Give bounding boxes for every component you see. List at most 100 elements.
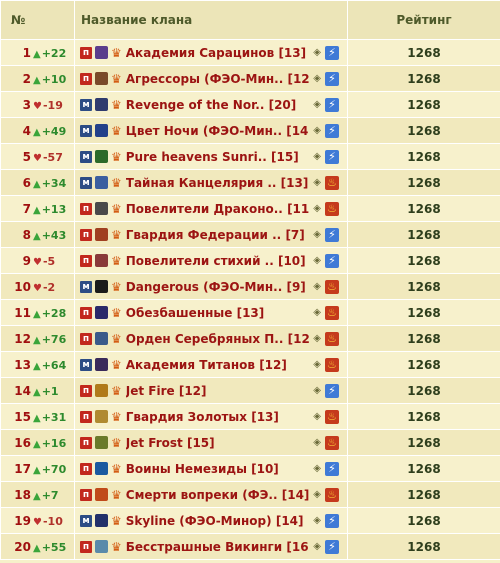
clan-name-link[interactable]: Jet Frost [15] [126,436,310,450]
info-icon[interactable]: ◈ [313,385,321,396]
info-icon[interactable]: ◈ [313,125,321,136]
clan-name-wrapper: п ♛ Jet Frost [15] ◈ ♨ [76,435,347,450]
clan-emblem-icon[interactable] [95,410,108,423]
rank-change: ♥-2 [31,281,69,294]
rank-change: ♥-10 [31,515,69,528]
clan-name-link[interactable]: Dangerous (ФЭО-Мин.. [9] [126,280,310,294]
clan-name-link[interactable]: Бесстрашные Викинги [16] [126,540,310,554]
info-icon[interactable]: ◈ [313,307,321,318]
clan-emblem-icon[interactable] [95,436,108,449]
info-icon[interactable]: ◈ [313,463,321,474]
clan-name-link[interactable]: Revenge of the Nor.. [20] [126,98,310,112]
clan-member-count: [13] [251,409,279,424]
clan-emblem-icon[interactable] [95,228,108,241]
clan-name[interactable]: Воины Немезиды [126,462,247,476]
clan-emblem-icon[interactable] [95,358,108,371]
clan-name-link[interactable]: Орден Серебряных П.. [12] [126,332,310,346]
info-icon[interactable]: ◈ [313,411,321,422]
clan-name-link[interactable]: Академия Сарацинов [13] [126,46,310,60]
alignment-badge: м [80,280,92,293]
clan-name[interactable]: Обезбашенные [126,306,233,320]
rank-cell: 15 ▲+31 [0,403,75,430]
clan-emblem-icon[interactable] [95,514,108,527]
clan-emblem-icon[interactable] [95,202,108,215]
clan-name[interactable]: Академия Титанов [126,358,255,372]
clan-emblem-icon[interactable] [95,488,108,501]
clan-rating-table: № Название клана Рейтинг 1 ▲+22 п ♛ Академия… [0,0,500,560]
clan-emblem-icon[interactable] [95,124,108,137]
clan-name[interactable]: Смерти вопреки (ФЭ.. [126,488,278,502]
rank-change-value: +16 [41,436,67,450]
column-header-number[interactable]: № [0,0,75,40]
clan-name-link[interactable]: Pure heavens Sunri.. [15] [126,150,310,164]
clan-name[interactable]: Jet Fire [126,384,175,398]
info-icon[interactable]: ◈ [313,203,321,214]
info-icon[interactable]: ◈ [313,99,321,110]
info-icon[interactable]: ◈ [313,151,321,162]
clan-emblem-icon[interactable] [95,384,108,397]
clan-emblem-icon[interactable] [95,72,108,85]
info-icon[interactable]: ◈ [313,541,321,552]
clan-emblem-icon[interactable] [95,462,108,475]
clan-name-link[interactable]: Академия Титанов [12] [126,358,310,372]
clan-emblem-icon[interactable] [95,46,108,59]
clan-name-link[interactable]: Повелители стихий .. [10] [126,254,310,268]
clan-name-link[interactable]: Тайная Канцелярия .. [13] [126,176,310,190]
clan-name[interactable]: Dangerous (ФЭО-Мин.. [126,280,283,294]
clan-name[interactable]: Гвардия Федерации .. [126,228,281,242]
clan-name-link[interactable]: Смерти вопреки (ФЭ.. [14] [126,488,310,502]
clan-name[interactable]: Цвет Ночи (ФЭО-Мин.. [126,124,282,138]
clan-emblem-icon[interactable] [95,98,108,111]
clan-name[interactable]: Тайная Канцелярия .. [126,176,277,190]
info-icon[interactable]: ◈ [313,281,321,292]
clan-emblem-icon[interactable] [95,176,108,189]
alignment-badge: п [80,254,92,267]
info-icon[interactable]: ◈ [313,437,321,448]
clan-name[interactable]: Jet Frost [126,436,183,450]
clan-emblem-icon[interactable] [95,332,108,345]
clan-name-link[interactable]: Гвардия Золотых [13] [126,410,310,424]
clan-name[interactable]: Агрессоры (ФЭО-Мин.. [126,72,284,86]
clan-name[interactable]: Орден Серебряных П.. [126,332,284,346]
clan-name-link[interactable]: Обезбашенные [13] [126,306,310,320]
clan-name[interactable]: Pure heavens Sunri.. [126,150,267,164]
column-header-rating[interactable]: Рейтинг [347,0,500,40]
clan-name-link[interactable]: Jet Fire [12] [126,384,310,398]
clan-name[interactable]: Повелители стихий .. [126,254,274,268]
clan-name[interactable]: Revenge of the Nor.. [126,98,265,112]
clan-name-link[interactable]: Гвардия Федерации .. [7] [126,228,310,242]
clan-name-link[interactable]: Воины Немезиды [10] [126,462,310,476]
info-icon[interactable]: ◈ [313,489,321,500]
clan-name[interactable]: Повелители Драконо.. [126,202,283,216]
clan-name[interactable]: Академия Сарацинов [126,46,274,60]
clan-name-link[interactable]: Повелители Драконо.. [11] [126,202,310,216]
clan-emblem-icon[interactable] [95,306,108,319]
clan-rating: 1268 [347,65,500,92]
info-icon[interactable]: ◈ [313,515,321,526]
clan-emblem-icon[interactable] [95,280,108,293]
clan-emblem-icon[interactable] [95,540,108,553]
info-icon[interactable]: ◈ [313,359,321,370]
rank-change: ▲+34 [31,177,69,190]
info-icon[interactable]: ◈ [313,73,321,84]
clan-emblem-icon[interactable] [95,254,108,267]
clan-name-link[interactable]: Skyline (ФЭО-Минор) [14] [126,514,310,528]
rank-cell: 16 ▲+16 [0,429,75,456]
rank-cell: 2 ▲+10 [0,65,75,92]
info-icon[interactable]: ◈ [313,229,321,240]
clan-name[interactable]: Skyline (ФЭО-Минор) [126,514,272,528]
clan-name-cell: п ♛ Повелители стихий .. [10] ◈ ⚡ [74,247,348,274]
clan-name-link[interactable]: Цвет Ночи (ФЭО-Мин.. [14] [126,124,310,138]
clan-name-cell: п ♛ Академия Сарацинов [13] ◈ ⚡ [74,39,348,66]
clan-emblem-icon[interactable] [95,150,108,163]
info-icon[interactable]: ◈ [313,333,321,344]
info-icon[interactable]: ◈ [313,177,321,188]
info-icon[interactable]: ◈ [313,47,321,58]
clan-name[interactable]: Бесстрашные Викинги [126,540,282,554]
rank-change-value: +49 [41,124,67,138]
clan-name[interactable]: Гвардия Золотых [126,410,251,424]
clan-member-count: [15] [271,149,299,164]
column-header-clan-name[interactable]: Название клана [74,0,348,40]
clan-name-link[interactable]: Агрессоры (ФЭО-Мин.. [12] [126,72,310,86]
info-icon[interactable]: ◈ [313,255,321,266]
